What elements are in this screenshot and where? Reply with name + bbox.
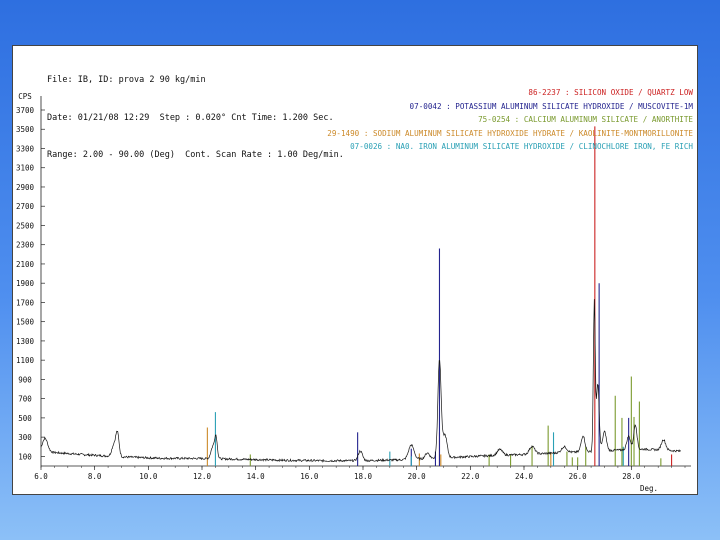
x-tick-label: 14.0 xyxy=(247,472,266,481)
y-tick-label: 3500 xyxy=(16,125,35,134)
y-tick-label: 3700 xyxy=(16,106,35,115)
x-tick-label: 28.0 xyxy=(622,472,641,481)
y-tick-label: 300 xyxy=(18,433,32,442)
legend-entry-1: 86-2237 : SILICON OXIDE / QUARTZ LOW xyxy=(528,88,693,97)
y-tick-label: 2900 xyxy=(16,183,35,192)
y-tick-label: 3100 xyxy=(16,164,35,173)
y-tick-label: 700 xyxy=(18,395,32,404)
y-tick-label: 100 xyxy=(18,452,32,461)
x-tick-label: 12.0 xyxy=(193,472,212,481)
y-tick-label: 2100 xyxy=(16,260,35,269)
x-axis-label: Deg. xyxy=(640,484,658,493)
x-tick-label: 20.0 xyxy=(408,472,427,481)
y-tick-label: 2500 xyxy=(16,221,35,230)
x-tick-label: 6.0 xyxy=(34,472,48,481)
y-tick-label: 1700 xyxy=(16,298,35,307)
y-tick-label: 1300 xyxy=(16,337,35,346)
legend-entry-3: 75-0254 : CALCIUM ALUMINUM SILICATE / AN… xyxy=(478,115,693,124)
x-tick-label: 8.0 xyxy=(88,472,102,481)
legend-entry-2: 07-0042 : POTASSIUM ALUMINUM SILICATE HY… xyxy=(409,101,693,111)
y-tick-label: 500 xyxy=(18,414,32,423)
y-tick-label: 1100 xyxy=(16,356,35,365)
xrd-pattern-panel: File: IB, ID: prova 2 90 kg/min Date: 01… xyxy=(12,45,698,495)
x-tick-label: 18.0 xyxy=(354,472,373,481)
y-tick-label: 1500 xyxy=(16,318,35,327)
x-tick-label: 16.0 xyxy=(300,472,319,481)
y-tick-label: 3300 xyxy=(16,144,35,153)
x-tick-label: 10.0 xyxy=(139,472,158,481)
y-tick-label: 2300 xyxy=(16,241,35,250)
diffraction-pattern-line xyxy=(40,299,681,463)
y-axis-label: CPS xyxy=(18,92,32,101)
legend-entry-4: 29-1490 : SODIUM ALUMINUM SILICATE HYDRO… xyxy=(327,128,693,138)
x-tick-label: 22.0 xyxy=(461,472,480,481)
y-tick-label: 900 xyxy=(18,375,32,384)
y-tick-label: 2700 xyxy=(16,202,35,211)
phase-legend: 86-2237 : SILICON OXIDE / QUARTZ LOW 07-0… xyxy=(327,86,693,154)
legend-entry-5: 07-0026 : NA0. IRON ALUMINUM SILICATE HY… xyxy=(350,142,693,151)
x-tick-label: 26.0 xyxy=(569,472,588,481)
x-tick-label: 24.0 xyxy=(515,472,534,481)
y-tick-label: 1900 xyxy=(16,279,35,288)
slide-background: File: IB, ID: prova 2 90 kg/min Date: 01… xyxy=(0,0,720,540)
